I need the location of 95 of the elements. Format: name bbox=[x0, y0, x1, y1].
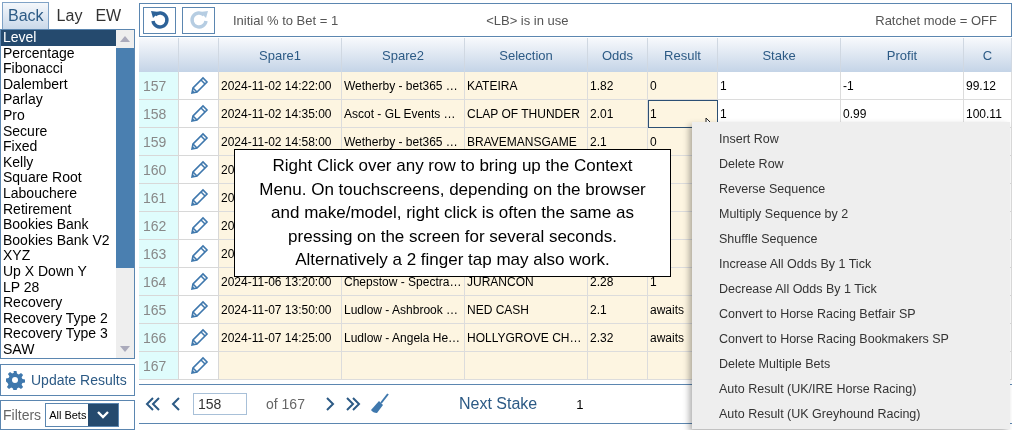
table-cell: 1 bbox=[718, 72, 841, 100]
row-number: 167 bbox=[139, 352, 179, 380]
last-page-icon[interactable] bbox=[344, 396, 361, 412]
table-cell: 2.01 bbox=[588, 100, 648, 128]
menu-item[interactable]: Auto Result (UK/IRE Horse Racing) bbox=[692, 377, 1010, 402]
filter-dropdown[interactable]: All Bets bbox=[45, 403, 120, 427]
strategy-item[interactable]: Parlay bbox=[1, 92, 116, 108]
table-cell: KATEIRA bbox=[465, 72, 588, 100]
strategy-item[interactable]: SAW bbox=[1, 341, 116, 358]
row-number: 165 bbox=[139, 296, 179, 324]
table-cell: 99.12 bbox=[964, 72, 1012, 100]
strategy-item[interactable]: Kelly bbox=[1, 154, 116, 171]
ratchet-mode-text: Ratchet mode = OFF bbox=[875, 12, 997, 28]
table-cell: 1 bbox=[648, 100, 718, 128]
menu-item[interactable]: Shuffle Sequence bbox=[692, 227, 1010, 252]
strategy-item[interactable]: Pro bbox=[1, 107, 116, 124]
table-cell: -1 bbox=[841, 72, 964, 100]
strategy-item[interactable]: Bookies Bank bbox=[1, 217, 116, 233]
strategy-tab[interactable]: Lay bbox=[50, 2, 88, 29]
update-results-button[interactable]: Update Results bbox=[0, 364, 135, 396]
page-total: of 167 bbox=[266, 396, 305, 412]
row-number: 159 bbox=[139, 128, 179, 156]
strategy-item[interactable]: Dalembert bbox=[1, 76, 116, 93]
menu-item[interactable]: Delete Multiple Bets bbox=[692, 352, 1010, 377]
column-header[interactable]: Selection bbox=[465, 38, 588, 72]
table-cell: 2.1 bbox=[588, 296, 648, 324]
row-number: 160 bbox=[139, 156, 179, 184]
strategy-tab[interactable]: Back bbox=[2, 2, 49, 29]
next-page-icon[interactable] bbox=[323, 396, 336, 412]
row-number: 163 bbox=[139, 240, 179, 268]
menu-item[interactable]: Reverse Sequence bbox=[692, 177, 1010, 202]
strategy-item[interactable]: Recovery Type 2 bbox=[1, 310, 116, 327]
strategy-item[interactable]: Retirement bbox=[1, 201, 116, 218]
strategy-item[interactable]: Labouchere bbox=[1, 185, 116, 202]
table-cell: 1.82 bbox=[588, 72, 648, 100]
column-header[interactable]: Odds bbox=[588, 38, 648, 72]
table-cell: Wetherby - bet365 … bbox=[342, 72, 465, 100]
scrollbar[interactable] bbox=[116, 30, 134, 358]
strategy-item[interactable]: Recovery bbox=[1, 295, 116, 311]
column-header[interactable]: Spare2 bbox=[342, 38, 465, 72]
strategy-item[interactable]: Recovery Type 3 bbox=[1, 326, 116, 342]
initial-percent-text: Initial % to Bet = 1 bbox=[233, 12, 339, 28]
next-stake-value: 1 bbox=[576, 396, 584, 412]
lb-status-text: <LB> is in use bbox=[486, 12, 569, 28]
table-cell bbox=[588, 352, 648, 380]
row-number: 164 bbox=[139, 268, 179, 296]
strategy-item[interactable]: LP 28 bbox=[1, 279, 116, 296]
table-cell: 2024-11-07 14:25:00 bbox=[219, 324, 342, 352]
strategy-tab[interactable]: EW bbox=[89, 2, 127, 29]
chevron-down-icon bbox=[96, 410, 111, 420]
row-number: 158 bbox=[139, 100, 179, 128]
table-cell: 2024-11-02 14:35:00 bbox=[219, 100, 342, 128]
help-tooltip: Right Click over any row to bring up the Context Menu. On touchscreens, depending on the browser and make/model, right click is often the same as pressing on the screen for several seconds. Alternatively a 2 finger tap may also work. bbox=[234, 149, 671, 277]
strategy-item[interactable]: Secure bbox=[1, 123, 116, 140]
strategy-item[interactable]: Percentage bbox=[1, 45, 116, 62]
first-page-icon[interactable] bbox=[145, 396, 161, 412]
table-cell: 2024-11-07 13:50:00 bbox=[219, 296, 342, 324]
column-header[interactable]: Result bbox=[648, 38, 718, 72]
strategy-item[interactable]: Up X Down Y bbox=[1, 263, 116, 280]
strategy-item[interactable]: Fibonacci bbox=[1, 61, 116, 77]
table-cell: Ludlow - Ashbrook … bbox=[342, 296, 465, 324]
row-number: 157 bbox=[139, 72, 179, 100]
table-cell: CLAP OF THUNDER bbox=[465, 100, 588, 128]
strategy-item[interactable]: Fixed bbox=[1, 139, 116, 155]
column-header[interactable]: Spare1 bbox=[219, 38, 342, 72]
broom-icon[interactable] bbox=[369, 393, 390, 415]
redo-icon bbox=[187, 9, 210, 31]
gear-icon bbox=[5, 370, 25, 390]
undo-button[interactable] bbox=[143, 6, 176, 34]
strategy-item[interactable]: Bookies Bank V2 bbox=[1, 232, 116, 249]
table-cell: NED CASH bbox=[465, 296, 588, 324]
column-header[interactable]: Stake bbox=[718, 38, 841, 72]
row-number: 161 bbox=[139, 184, 179, 212]
strategy-item[interactable]: XYZ bbox=[1, 248, 116, 264]
table-cell: 2.32 bbox=[588, 324, 648, 352]
row-number: 162 bbox=[139, 212, 179, 240]
menu-item[interactable]: Auto Result (UK Greyhound Racing) bbox=[692, 402, 1010, 427]
table-cell: Ascot - GL Events … bbox=[342, 100, 465, 128]
undo-icon bbox=[148, 9, 171, 31]
next-stake-label: Next Stake bbox=[458, 395, 538, 413]
strategy-item[interactable]: Level bbox=[1, 30, 116, 46]
menu-item[interactable]: Multiply Sequence by 2 bbox=[692, 202, 1010, 227]
filters-label: Filters bbox=[3, 407, 42, 423]
header-cell bbox=[139, 38, 179, 72]
strategy-item[interactable]: Square Root bbox=[1, 170, 116, 186]
column-header[interactable]: C bbox=[964, 38, 1012, 72]
table-cell: 2024-11-02 14:22:00 bbox=[219, 72, 342, 100]
table-cell: 0 bbox=[648, 72, 718, 100]
row-number: 166 bbox=[139, 324, 179, 352]
page-input[interactable]: 158 bbox=[193, 393, 247, 415]
previous-page-icon[interactable] bbox=[170, 396, 182, 412]
scroll-thumb[interactable] bbox=[116, 48, 134, 268]
table-cell: Ludlow - Angela He… bbox=[342, 324, 465, 352]
table-cell: HOLLYGROVE CH… bbox=[465, 324, 588, 352]
column-header[interactable]: Profit bbox=[841, 38, 964, 72]
